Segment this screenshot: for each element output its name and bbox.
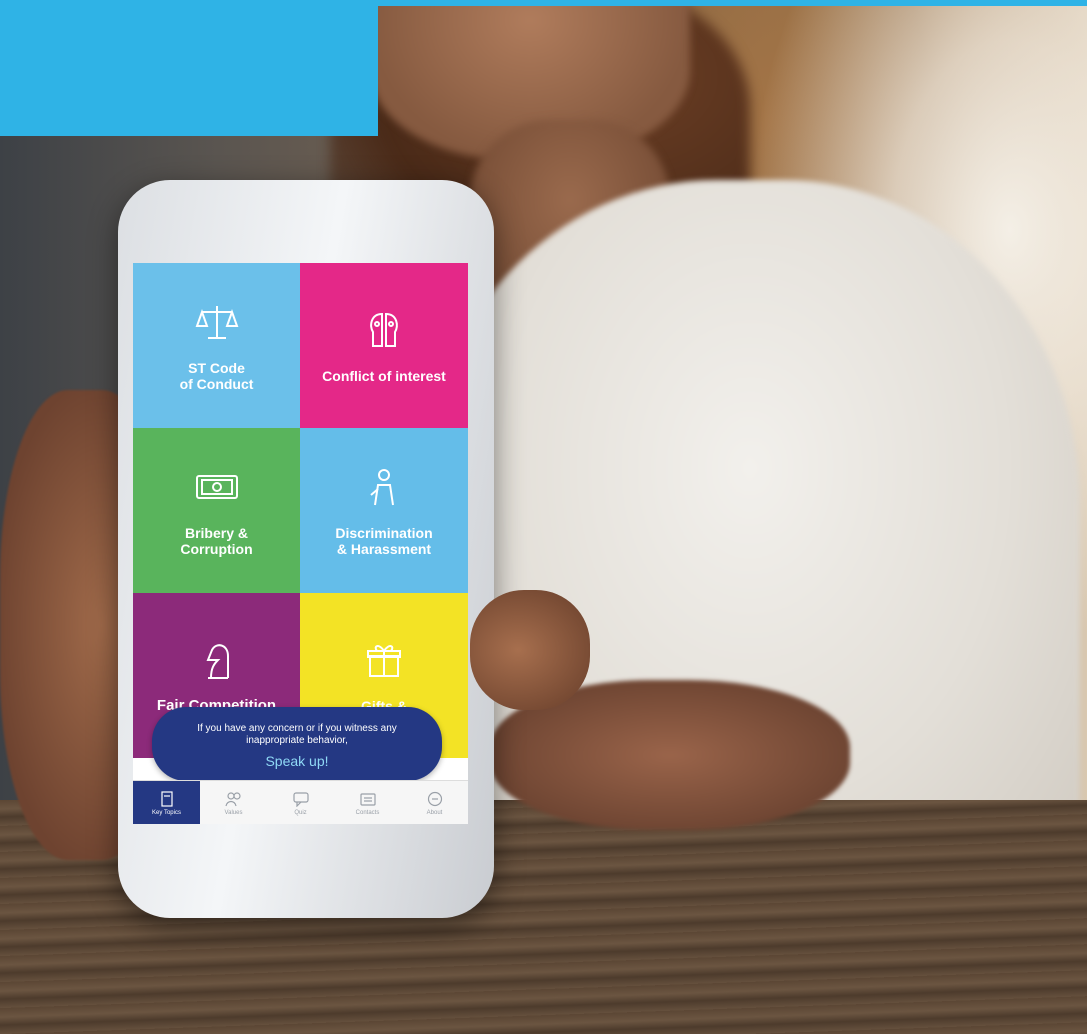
tab-label: Quiz — [294, 809, 307, 816]
gift-icon — [367, 644, 401, 677]
bottom-tab-bar: Key Topics Values Quiz Contacts About — [133, 780, 468, 824]
tab-contacts[interactable]: Contacts — [334, 781, 401, 824]
blue-top-strip — [378, 0, 1087, 6]
tile-label: ST Code of Conduct — [179, 359, 254, 392]
tile-conflict-of-interest[interactable]: Conflict of interest — [300, 263, 468, 428]
tab-label: About — [426, 809, 443, 816]
tile-label: Conflict of interest — [322, 367, 446, 384]
scales-icon — [195, 305, 238, 339]
banknote-icon — [195, 474, 238, 499]
tab-label: Values — [224, 809, 243, 816]
chess-knight-icon — [206, 643, 229, 679]
photo-scene: ST Code of Conduct Conflict of interest … — [0, 0, 1087, 1034]
chat-icon — [292, 791, 309, 807]
tile-bribery-corruption[interactable]: Bribery & Corruption — [133, 428, 300, 593]
contacts-icon — [359, 792, 376, 806]
popup-message: If you have any concern or if you witnes… — [197, 723, 397, 746]
tile-code-of-conduct[interactable]: ST Code of Conduct — [133, 263, 300, 428]
speak-up-popup[interactable]: If you have any concern or if you witnes… — [152, 707, 442, 781]
tab-about[interactable]: About — [401, 781, 468, 824]
group-icon — [224, 791, 241, 806]
speak-up-link[interactable]: Speak up! — [152, 753, 442, 769]
book-icon — [160, 790, 173, 807]
tab-values[interactable]: Values — [200, 781, 267, 824]
tab-key-topics[interactable]: Key Topics — [133, 781, 200, 824]
person-icon — [370, 468, 394, 505]
phone-screen: ST Code of Conduct Conflict of interest … — [133, 263, 468, 824]
tab-label: Key Topics — [152, 809, 181, 816]
tile-label: Discrimination & Harassment — [335, 524, 433, 557]
smartphone: ST Code of Conduct Conflict of interest … — [118, 180, 494, 918]
two-heads-icon — [370, 312, 398, 347]
blue-banner — [0, 0, 378, 136]
hand-right — [470, 590, 590, 710]
tab-label: Contacts — [355, 809, 380, 816]
tile-label: Bribery & Corruption — [180, 524, 253, 557]
info-icon — [427, 791, 442, 806]
tab-quiz[interactable]: Quiz — [267, 781, 334, 824]
tile-discrimination-harassment[interactable]: Discrimination & Harassment — [300, 428, 468, 593]
